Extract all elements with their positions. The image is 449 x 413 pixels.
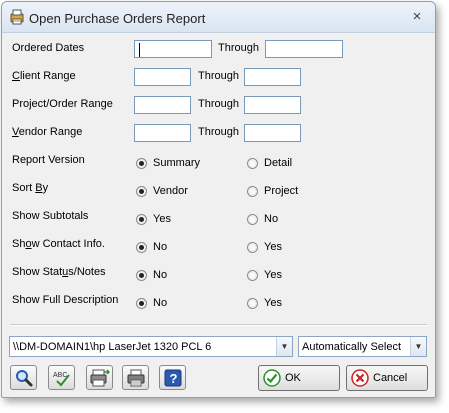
window-title: Open Purchase Orders Report [29, 11, 206, 26]
cancel-x-icon [351, 369, 369, 387]
client-range-through-label: Through [198, 70, 239, 82]
show-contact-label: Show Contact Info. [12, 238, 105, 250]
svg-text:?: ? [169, 371, 177, 386]
vendor-range-from-input[interactable] [134, 124, 191, 142]
vendor-range-through-label: Through [198, 126, 239, 138]
ok-label: OK [285, 372, 301, 384]
printer-icon [127, 369, 144, 386]
vendor-range-to-input[interactable] [244, 124, 301, 142]
sort-by-vendor-radio[interactable]: Vendor [136, 184, 188, 198]
paper-tray-select[interactable]: Automatically Select ▼ [298, 336, 427, 357]
show-full-desc-label: Show Full Description [12, 294, 119, 306]
client-range-label: Client Range [12, 70, 76, 82]
help-icon: ? [164, 369, 181, 386]
ordered-dates-to-input[interactable] [265, 40, 343, 58]
export-button[interactable] [86, 365, 113, 390]
ordered-dates-through-label: Through [218, 42, 259, 54]
report-version-label: Report Version [12, 154, 85, 166]
title-bar: Open Purchase Orders Report × [2, 2, 435, 33]
show-contact-no-radio[interactable]: No [136, 240, 167, 254]
sort-by-project-radio[interactable]: Project [247, 184, 298, 198]
dialog-body: Ordered Dates Through Client Range Throu… [2, 33, 435, 397]
report-dialog: Open Purchase Orders Report × Ordered Da… [1, 1, 436, 398]
show-subtotals-label: Show Subtotals [12, 210, 89, 222]
client-range-to-input[interactable] [244, 68, 301, 86]
printer-select[interactable]: \\DM-DOMAIN1\hp LaserJet 1320 PCL 6 ▼ [9, 336, 293, 357]
show-full-desc-yes-radio[interactable]: Yes [247, 296, 282, 310]
sort-by-label: Sort By [12, 182, 49, 194]
cancel-button[interactable]: Cancel [346, 365, 428, 391]
chevron-down-icon[interactable]: ▼ [410, 337, 426, 356]
chevron-down-icon[interactable]: ▼ [276, 337, 292, 356]
project-range-label: Project/Order Range [12, 98, 113, 110]
report-icon [10, 9, 24, 25]
spellcheck-button[interactable]: ABC [48, 365, 75, 390]
show-status-yes-radio[interactable]: Yes [247, 268, 282, 282]
project-range-from-input[interactable] [134, 96, 191, 114]
text-caret [139, 43, 140, 57]
show-status-label: Show Status/Notes [12, 266, 106, 278]
ordered-dates-from-input[interactable] [134, 40, 212, 58]
project-range-through-label: Through [198, 98, 239, 110]
magnifier-icon [15, 369, 32, 386]
report-version-summary-radio[interactable]: Summary [136, 156, 200, 170]
print-button[interactable] [122, 365, 149, 390]
show-full-desc-no-radio[interactable]: No [136, 296, 167, 310]
preview-button[interactable] [10, 365, 37, 390]
export-icon [90, 368, 110, 386]
ok-button[interactable]: OK [258, 365, 340, 391]
show-subtotals-no-radio[interactable]: No [247, 212, 278, 226]
divider [10, 324, 427, 326]
close-button[interactable]: × [409, 8, 425, 25]
show-contact-yes-radio[interactable]: Yes [247, 240, 282, 254]
checkmark-icon [263, 369, 281, 387]
vendor-range-label: Vendor Range [12, 126, 83, 138]
ordered-dates-label: Ordered Dates [12, 42, 85, 54]
show-subtotals-yes-radio[interactable]: Yes [136, 212, 171, 226]
show-status-no-radio[interactable]: No [136, 268, 167, 282]
project-range-to-input[interactable] [244, 96, 301, 114]
client-range-from-input[interactable] [134, 68, 191, 86]
spellcheck-icon: ABC [53, 372, 70, 386]
radio-selected-dot [136, 157, 147, 169]
help-button[interactable]: ? [159, 365, 186, 390]
report-version-detail-radio[interactable]: Detail [247, 156, 292, 170]
cancel-label: Cancel [373, 372, 408, 384]
svg-text:ABC: ABC [53, 372, 67, 379]
